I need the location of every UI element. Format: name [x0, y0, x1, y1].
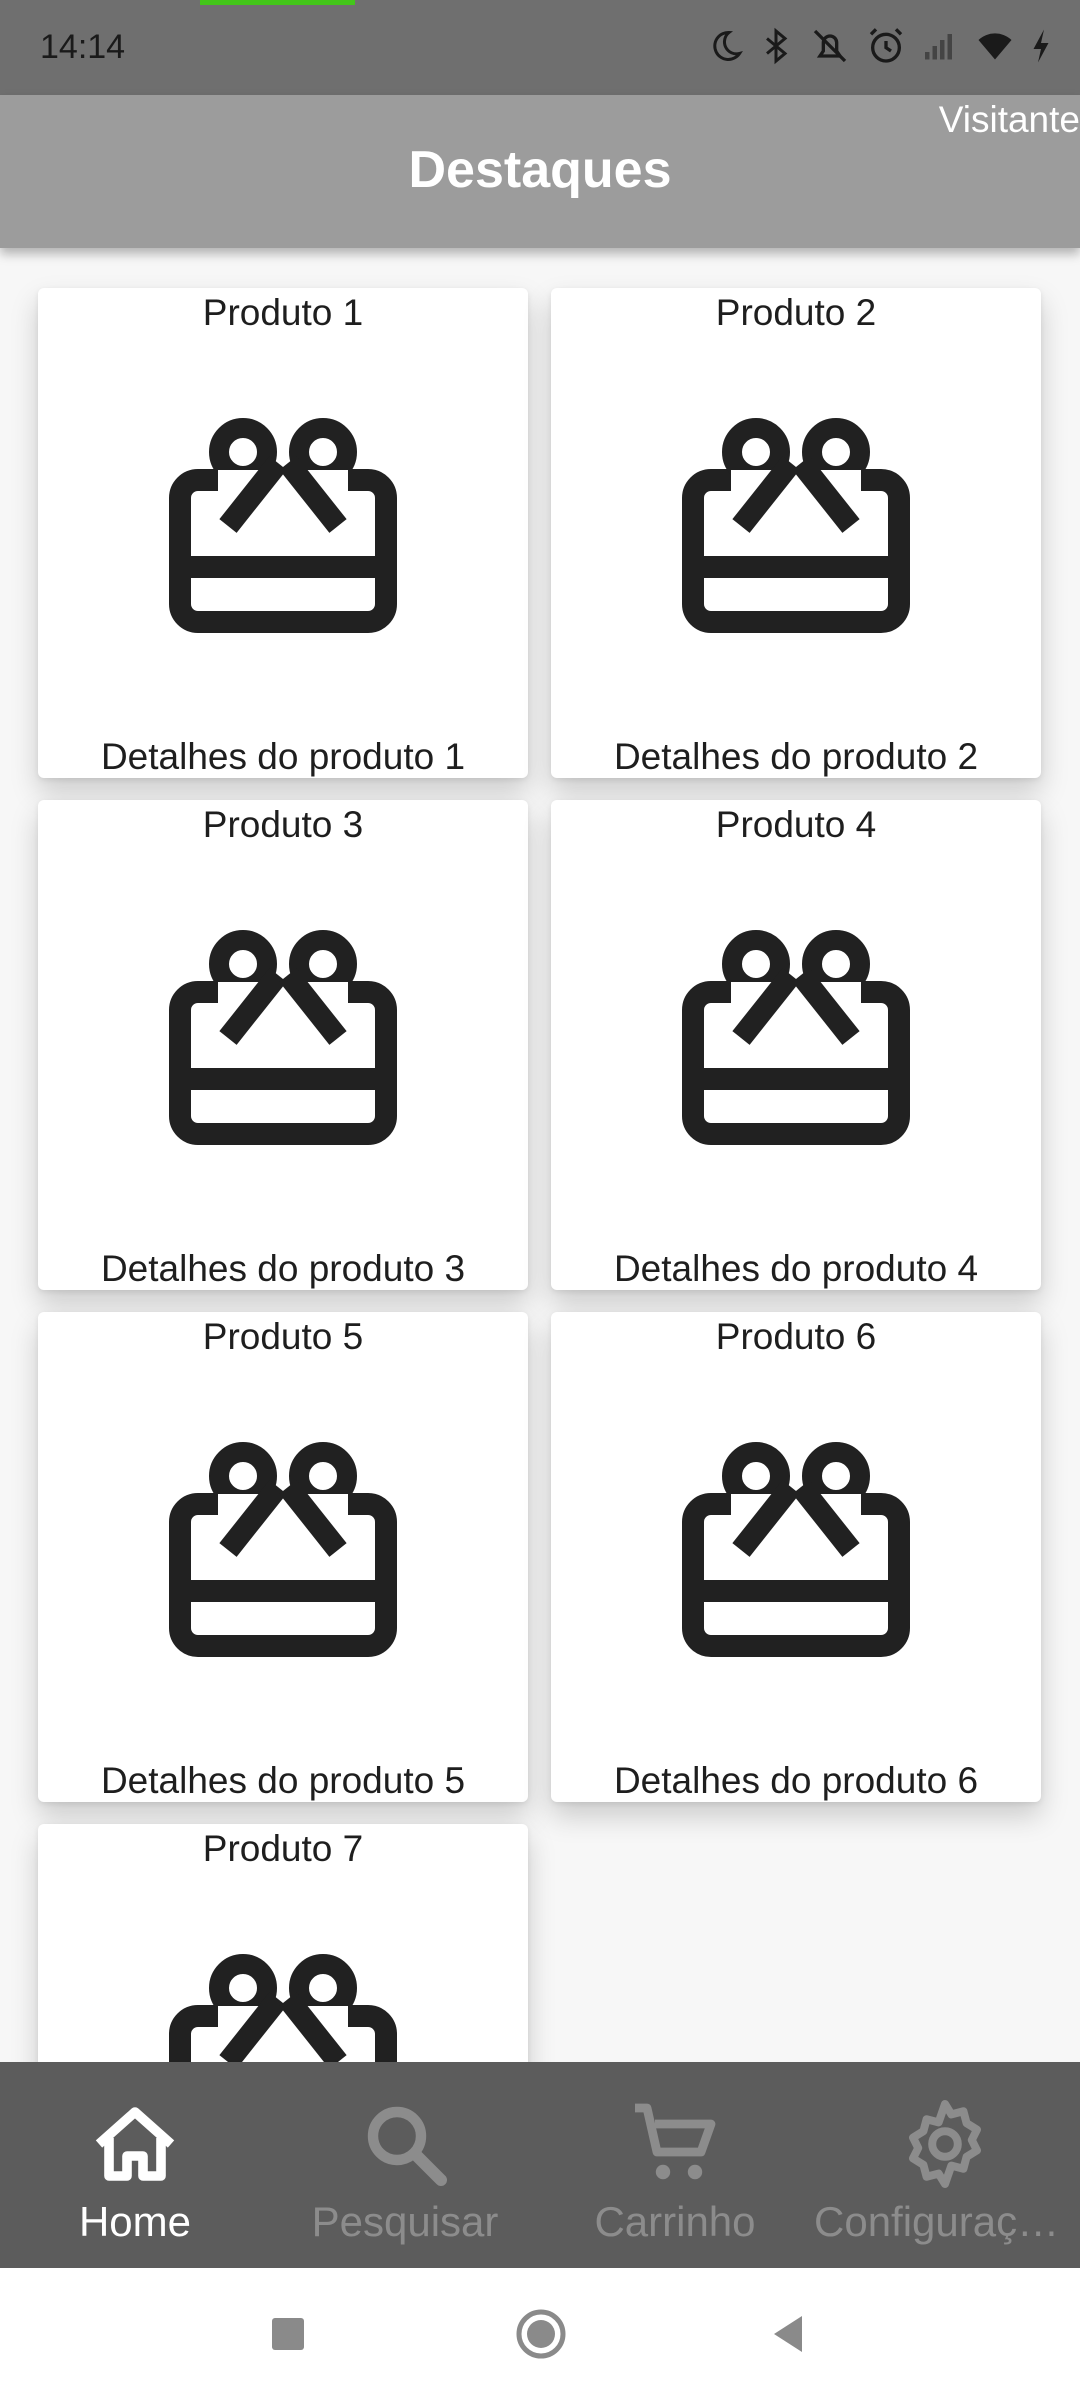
nav-item-settings[interactable]: Configurações [810, 2062, 1080, 2268]
product-detail: Detalhes do produto 6 [613, 1760, 979, 1801]
back-button[interactable] [768, 2308, 808, 2360]
product-detail: Detalhes do produto 4 [613, 1248, 979, 1289]
mute-icon [813, 29, 847, 63]
gear-icon [909, 2100, 981, 2188]
page-title: Destaques [408, 141, 672, 199]
gift-card-icon [682, 1442, 910, 1657]
product-detail: Detalhes do produto 2 [613, 736, 979, 777]
product-card[interactable]: Produto 3 Detalhes do produto 3 [38, 800, 528, 1290]
product-detail: Detalhes do produto 1 [100, 736, 466, 777]
product-title: Produto 3 [202, 804, 364, 845]
alarm-icon [869, 28, 903, 63]
gift-card-icon [169, 1954, 397, 2062]
product-title: Produto 7 [202, 1828, 364, 1869]
search-icon [367, 2106, 447, 2186]
product-grid[interactable]: Produto 1 Detalhes do produto 1 Produto … [0, 248, 1080, 2062]
product-card[interactable]: Produto 6 Detalhes do produto 6 [551, 1312, 1041, 1802]
product-title: Produto 1 [202, 292, 364, 333]
product-title: Produto 5 [202, 1316, 364, 1357]
user-label[interactable]: Visitante [939, 99, 1080, 141]
product-card[interactable]: Produto 4 Detalhes do produto 4 [551, 800, 1041, 1290]
nav-item-home[interactable]: Home [0, 2062, 270, 2268]
status-bar: 14:14 [0, 0, 1080, 95]
recents-button[interactable] [268, 2308, 308, 2360]
product-title: Produto 2 [715, 292, 877, 333]
system-navigation-bar [0, 2268, 1080, 2400]
charging-icon [1033, 29, 1049, 63]
bottom-navigation: Home Pesquisar Carrinho Configurações [0, 2062, 1080, 2268]
app-bar: Visitante Destaques [0, 95, 1080, 248]
gift-card-icon [169, 930, 397, 1145]
status-time: 14:14 [40, 28, 126, 66]
gift-card-icon [169, 1442, 397, 1657]
product-title: Produto 4 [715, 804, 877, 845]
moon-icon [713, 30, 743, 61]
product-card[interactable]: Produto 7 [38, 1824, 528, 2062]
wifi-icon [978, 33, 1012, 60]
bluetooth-icon [766, 27, 788, 65]
loading-indicator [200, 0, 355, 5]
status-icons [708, 22, 1052, 70]
home-icon [95, 2107, 175, 2181]
nav-label-cart: Carrinho [594, 2198, 756, 2245]
product-card[interactable]: Produto 5 Detalhes do produto 5 [38, 1312, 528, 1802]
gift-card-icon [169, 418, 397, 633]
signal-icon [925, 34, 952, 60]
nav-label-home: Home [78, 2198, 192, 2245]
nav-item-search[interactable]: Pesquisar [270, 2062, 540, 2268]
nav-label-search: Pesquisar [311, 2198, 499, 2245]
product-title: Produto 6 [715, 1316, 877, 1357]
product-card[interactable]: Produto 2 Detalhes do produto 2 [551, 288, 1041, 778]
product-detail: Detalhes do produto 5 [100, 1760, 466, 1801]
product-card[interactable]: Produto 1 Detalhes do produto 1 [38, 288, 528, 778]
nav-label-settings: Configurações [814, 2198, 1080, 2245]
nav-item-cart[interactable]: Carrinho [540, 2062, 810, 2268]
gift-card-icon [682, 418, 910, 633]
gift-card-icon [682, 930, 910, 1145]
product-detail: Detalhes do produto 3 [100, 1248, 466, 1289]
home-button[interactable] [514, 2308, 568, 2360]
cart-icon [635, 2103, 716, 2180]
screen: 14:14 Visitante Destaques Produto 1 Deta… [0, 0, 1080, 2400]
